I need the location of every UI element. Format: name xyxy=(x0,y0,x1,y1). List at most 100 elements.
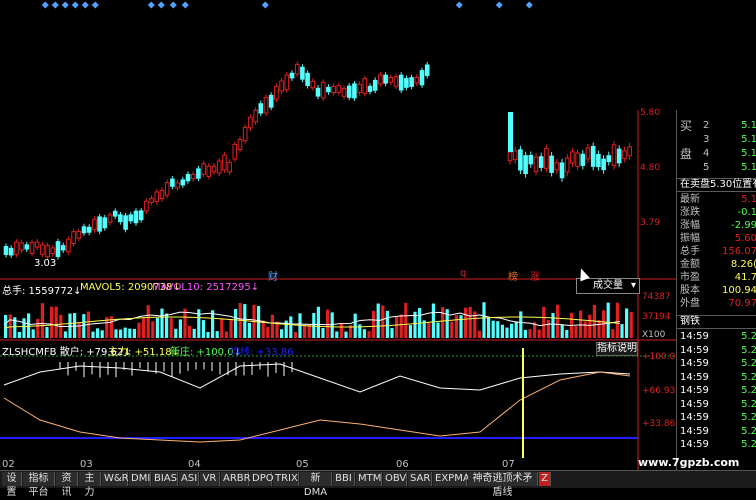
tab-10[interactable]: DPO xyxy=(250,472,274,486)
volume-bar xyxy=(629,312,633,338)
candle-body xyxy=(128,214,134,222)
candle-body xyxy=(154,191,160,202)
volume-bar xyxy=(151,321,155,338)
candle-body xyxy=(206,165,212,177)
volume-bar xyxy=(174,328,178,338)
tick-row: 14:59 5.2 xyxy=(680,358,756,369)
tab-8[interactable]: VR xyxy=(200,472,220,486)
volume-bar xyxy=(399,314,403,338)
event-marker-icon xyxy=(261,1,269,9)
volume-bar xyxy=(132,328,136,338)
volume-bar xyxy=(496,321,500,338)
volume-bar xyxy=(63,331,67,338)
volume-bar xyxy=(73,313,77,338)
volume-bar xyxy=(234,309,238,338)
candle-body xyxy=(627,146,632,157)
volume-bar xyxy=(362,329,366,338)
candle-body xyxy=(242,126,248,142)
candle-body xyxy=(538,156,544,168)
candle-body xyxy=(118,214,123,223)
volume-bar xyxy=(316,306,320,338)
volume-bar xyxy=(91,331,95,338)
tab-1[interactable]: 指标平台 xyxy=(23,472,55,498)
volume-bar xyxy=(477,330,481,338)
volume-bar xyxy=(625,308,629,338)
event-marker-icon xyxy=(41,1,49,9)
tab-19[interactable]: Z xyxy=(539,472,551,486)
marker-zhang[interactable]: 涨 xyxy=(530,268,540,283)
date-05: 05 xyxy=(296,459,309,470)
event-marker-icon xyxy=(525,1,533,9)
candle-body xyxy=(549,155,554,173)
volume-bar xyxy=(261,320,265,338)
volume-bar xyxy=(450,321,454,338)
price-axis-mid: 4.80 xyxy=(640,163,661,173)
volume-bar xyxy=(583,321,587,338)
event-marker-icon xyxy=(71,1,79,9)
volume-bar xyxy=(620,324,624,338)
ind-axis-33: +33.86 xyxy=(642,419,676,429)
volume-bar xyxy=(280,329,284,338)
candle-body xyxy=(357,83,362,93)
volume-bar xyxy=(40,303,44,338)
candle-body xyxy=(232,143,238,160)
candle-body xyxy=(512,150,518,161)
candle-body xyxy=(19,242,24,251)
candle-body xyxy=(248,116,253,129)
candle-body xyxy=(533,156,539,173)
event-marker-icon xyxy=(157,1,165,9)
event-marker-icon xyxy=(61,1,69,9)
tab-9[interactable]: ARBR xyxy=(221,472,251,486)
candle-body xyxy=(211,165,217,173)
tab-18[interactable]: 神奇逃顶术矛盾线 xyxy=(468,472,538,498)
quote-row: 最新 5.1 xyxy=(680,194,756,205)
candle-body xyxy=(378,74,383,85)
ind-axis-100: +100.0 xyxy=(642,352,676,362)
volume-bar xyxy=(229,319,233,338)
volume-bar xyxy=(523,329,527,338)
candle-body xyxy=(326,86,331,93)
tab-17[interactable]: EXPMA xyxy=(433,472,470,486)
volume-bar xyxy=(8,314,12,338)
tab-11[interactable]: TRIX xyxy=(273,472,299,486)
volume-bar xyxy=(183,308,187,338)
tab-13[interactable]: BBI xyxy=(333,472,355,486)
volume-bars xyxy=(3,302,633,338)
candle-body xyxy=(336,85,342,93)
tab-14[interactable]: MTM xyxy=(356,472,382,486)
volume-bar xyxy=(169,318,173,338)
tab-12[interactable]: 新DMA xyxy=(300,472,332,498)
candle-body xyxy=(222,154,227,171)
volume-bar xyxy=(395,316,399,338)
candle-body xyxy=(606,155,612,163)
tab-2[interactable]: 资讯 xyxy=(56,472,78,498)
tab-6[interactable]: BIAS xyxy=(152,472,178,486)
candle-body xyxy=(393,76,399,87)
candlestick-chart[interactable] xyxy=(0,0,676,470)
volume-bar xyxy=(487,317,491,338)
tab-0[interactable]: 设置 xyxy=(2,472,22,498)
tab-7[interactable]: ASI xyxy=(179,472,199,486)
candle-body xyxy=(216,160,222,174)
marker-bang[interactable]: 榜 xyxy=(508,268,518,283)
candle-body xyxy=(590,145,596,167)
tab-15[interactable]: OBV xyxy=(383,472,407,486)
candle-body xyxy=(596,154,601,168)
candle-body xyxy=(175,182,180,189)
volume-bar xyxy=(293,331,297,338)
marker-q[interactable]: q xyxy=(460,268,466,279)
indicator-help-button[interactable]: 指标说明 xyxy=(596,342,638,356)
volume-dropdown[interactable]: 成交量 ▾ xyxy=(576,278,640,294)
candle-body xyxy=(144,200,149,212)
candle-body xyxy=(388,76,394,83)
candle-body xyxy=(284,74,290,91)
ind-axis-66: +66.93 xyxy=(642,386,676,396)
candle-body xyxy=(611,144,617,167)
tab-4[interactable]: W&R xyxy=(102,472,129,486)
tab-5[interactable]: DMI xyxy=(129,472,151,486)
tab-3[interactable]: 主力 xyxy=(79,472,101,498)
candle-body xyxy=(279,80,284,92)
tab-16[interactable]: SAR xyxy=(408,472,432,486)
marker-cai[interactable]: 财 xyxy=(268,268,278,283)
volume-bar xyxy=(441,307,445,338)
